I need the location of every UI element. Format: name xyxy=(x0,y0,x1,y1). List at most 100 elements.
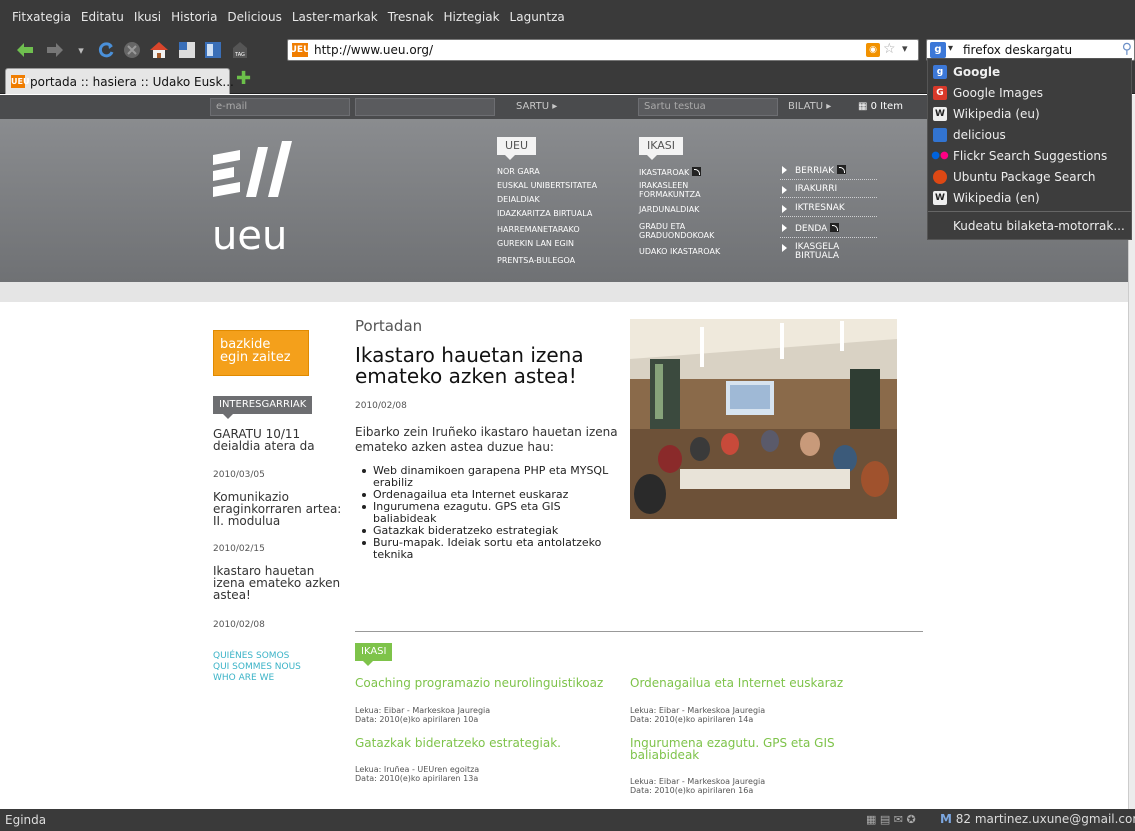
email-field[interactable]: e-mail xyxy=(210,98,350,116)
menu-dictionaries[interactable]: Hiztegiak xyxy=(444,10,500,24)
rss-icon xyxy=(837,165,847,174)
sidebar-icon[interactable] xyxy=(202,39,224,61)
gmail-notifier[interactable]: M 82 martinez.uxune@gmail.com xyxy=(940,812,1135,826)
stop-icon[interactable] xyxy=(121,39,143,61)
engine-delicious[interactable]: delicious xyxy=(928,124,1131,145)
ueu-logo[interactable]: ueu xyxy=(210,137,295,257)
search-icon[interactable]: ⚲ xyxy=(1122,41,1132,57)
menu-edit[interactable]: Editatu xyxy=(81,10,124,24)
tag-icon[interactable]: TAG xyxy=(229,39,251,61)
course-place: Lekua: Eibar - Markeskoa Jauregia xyxy=(630,777,766,786)
news-title[interactable]: GARATU 10/11 deialdia atera da xyxy=(213,428,348,452)
ueu-link[interactable]: GUREKIN LAN EGIN xyxy=(497,239,574,248)
ikasi-link[interactable]: IRAKASLEEN FORMAKUNTZA xyxy=(639,181,719,199)
ikasi-link[interactable]: GRADU ETA GRADUONDOKOAK xyxy=(639,222,734,240)
menu-history[interactable]: Historia xyxy=(171,10,217,24)
ikasi-link[interactable]: IKASTAROAK xyxy=(639,167,702,177)
ueu-link[interactable]: IDAZKARITZA BIRTUALA xyxy=(497,209,592,218)
login-button[interactable]: SARTU ▸ xyxy=(516,101,557,112)
url-text[interactable]: http://www.ueu.org/ xyxy=(314,43,433,57)
manage-search-engines[interactable]: Kudeatu bilaketa-motorrak... xyxy=(953,219,1125,233)
ueu-link[interactable]: PRENTSA-BULEGOA xyxy=(497,256,575,265)
article-intro: Eibarko zein Iruñeko ikastaro hauetan iz… xyxy=(355,425,618,454)
engine-wikipedia-eu[interactable]: W Wikipedia (eu) xyxy=(928,103,1131,124)
engine-google[interactable]: g Google xyxy=(928,61,1131,82)
lang-link-es[interactable]: QUIÉNES SOMOS xyxy=(213,651,289,662)
password-field[interactable] xyxy=(355,98,495,116)
site-search-button[interactable]: BILATU ▸ xyxy=(788,101,831,112)
engine-wikipedia-en[interactable]: W Wikipedia (en) xyxy=(928,187,1131,208)
wikipedia-icon: W xyxy=(933,106,947,121)
course-place: Lekua: Iruñea - UEUren egoitza xyxy=(355,765,480,774)
course-title[interactable]: Gatazkak bideratzeko estrategiak. xyxy=(355,737,605,749)
site-search-input[interactable]: Sartu testua xyxy=(638,98,778,116)
dropdown-divider xyxy=(928,211,1131,212)
status-tray-icons[interactable]: ▦ ▤ ✉ ✪ xyxy=(866,813,916,826)
history-dropdown-icon[interactable]: ▾ xyxy=(70,39,92,61)
right-link-berriak[interactable]: BERRIAK xyxy=(780,165,877,180)
home-icon[interactable] xyxy=(148,39,170,61)
status-text: Egindа xyxy=(5,813,47,827)
bookmark-star-icon[interactable]: ☆ xyxy=(883,41,896,57)
menu-bar: Fitxategia Editatu Ikusi Historia Delici… xyxy=(0,0,1135,36)
site-favicon-icon: UEU xyxy=(11,75,30,88)
course-place: Lekua: Eibar - Markeskoa Jauregia xyxy=(630,706,766,715)
article-title[interactable]: Ikastaro hauetan izena emateko azken ast… xyxy=(355,345,615,387)
menu-view[interactable]: Ikusi xyxy=(134,10,161,24)
google-images-icon: G xyxy=(933,85,947,100)
back-icon[interactable] xyxy=(14,39,36,61)
ueu-menu-label: UEU xyxy=(497,137,537,160)
engine-google-images[interactable]: G Google Images xyxy=(928,82,1131,103)
cart-link[interactable]: ▦ 0 Item xyxy=(858,101,903,112)
tab-ueu-portada[interactable]: UEU portada :: hasiera :: Udako Eusk... xyxy=(5,68,234,94)
right-link-iktresnak[interactable]: IKTRESNAK xyxy=(780,204,877,217)
course-title[interactable]: Ordenagailua eta Internet euskaraz xyxy=(630,677,880,689)
ueu-link[interactable]: NOR GARA xyxy=(497,167,540,176)
ueu-link[interactable]: DEIALDIAK xyxy=(497,195,540,204)
wikipedia-icon: W xyxy=(933,190,947,205)
engine-dropdown-icon[interactable]: ▾ xyxy=(948,43,953,54)
classroom-photo[interactable] xyxy=(630,319,897,519)
menu-delicious[interactable]: Delicious xyxy=(227,10,281,24)
menu-tools[interactable]: Tresnak xyxy=(388,10,434,24)
course-title[interactable]: Ingurumena ezagutu. GPS eta GIS baliabid… xyxy=(630,737,860,761)
google-icon[interactable]: g xyxy=(930,42,946,58)
menu-file[interactable]: Fitxategia xyxy=(12,10,71,24)
lang-link-en[interactable]: WHO ARE WE xyxy=(213,673,274,684)
right-link-irakurri[interactable]: IRAKURRI xyxy=(780,185,877,198)
engine-flickr[interactable]: ● ● Flickr Search Suggestions xyxy=(928,145,1131,166)
bookmark-icon[interactable] xyxy=(176,39,198,61)
news-title[interactable]: Ikastaro hauetan izena emateko azken ast… xyxy=(213,565,348,601)
ueu-link[interactable]: HARREMANETARAKO xyxy=(497,225,580,234)
arrow-icon xyxy=(782,186,787,194)
forward-icon[interactable] xyxy=(44,39,66,61)
news-date: 2010/02/08 xyxy=(213,620,265,630)
menu-help[interactable]: Laguntza xyxy=(510,10,565,24)
lang-link-fr[interactable]: QUI SOMMES NOUS xyxy=(213,662,301,673)
menu-bookmarks[interactable]: Laster-markak xyxy=(292,10,378,24)
rss-icon xyxy=(692,167,702,176)
course-title[interactable]: Coaching programazio neurolinguistikoaz xyxy=(355,677,605,689)
url-dropdown-icon[interactable]: ▾ xyxy=(902,42,908,55)
engine-ubuntu[interactable]: Ubuntu Package Search xyxy=(928,166,1131,187)
right-link-denda[interactable]: DENDA xyxy=(780,223,877,238)
svg-text:TAG: TAG xyxy=(234,52,245,58)
delicious-icon xyxy=(933,127,947,142)
right-link-ikasgela[interactable]: IKASGELA BIRTUALA xyxy=(780,243,850,264)
search-input[interactable]: firefox deskargatu xyxy=(963,43,1072,57)
ueu-link[interactable]: EUSKAL UNIBERTSITATEA xyxy=(497,181,597,190)
rss-feed-icon[interactable]: ◉ xyxy=(866,43,880,57)
course-place: Lekua: Eibar - Markeskoa Jauregia xyxy=(355,706,491,715)
ikasi-link[interactable]: JARDUNALDIAK xyxy=(639,205,699,214)
news-title[interactable]: Komunikazio eraginkorraren artea: II. mo… xyxy=(213,491,348,527)
status-bar: Egindа ▦ ▤ ✉ ✪ M 82 martinez.uxune@gmail… xyxy=(0,809,1135,831)
bazkide-banner[interactable]: bazkide egin zaitez xyxy=(213,330,309,376)
course-date: Data: 2010(e)ko apirilaren 13a xyxy=(355,774,479,783)
course-date: Data: 2010(e)ko apirilaren 16a xyxy=(630,786,754,795)
url-bar[interactable]: UEU http://www.ueu.org/ ◉ ☆ ▾ xyxy=(287,39,919,61)
ikasi-link[interactable]: UDAKO IKASTAROAK xyxy=(639,247,720,256)
reload-icon[interactable] xyxy=(95,39,117,61)
rss-icon xyxy=(830,223,840,232)
new-tab-plus-icon[interactable]: ✚ xyxy=(236,70,251,88)
arrow-icon xyxy=(782,224,787,232)
